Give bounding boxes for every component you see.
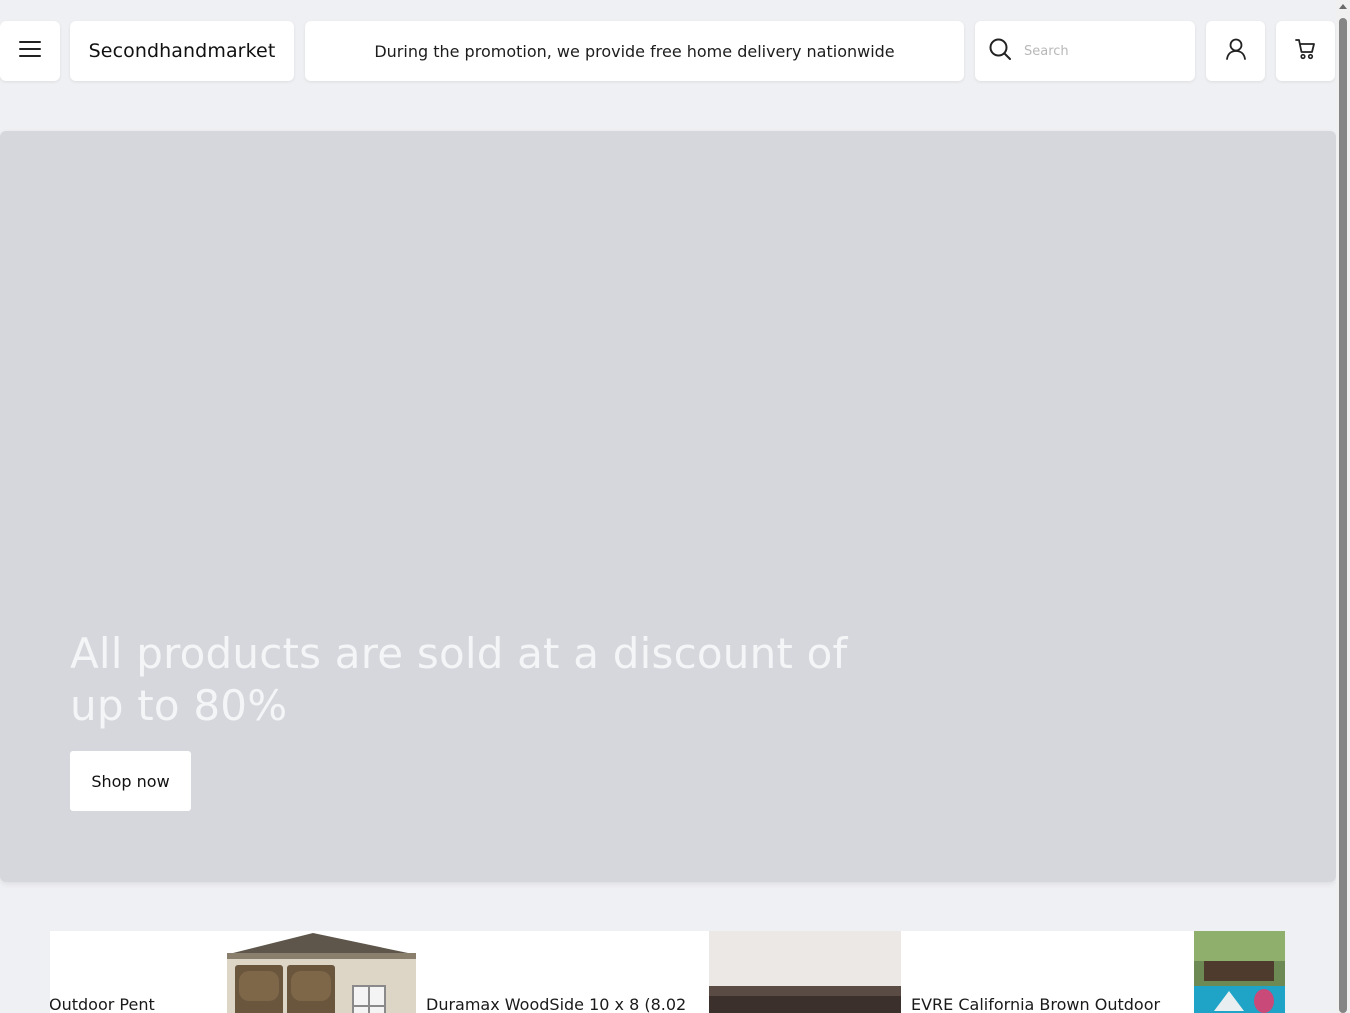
promo-banner: During the promotion, we provide free ho… <box>305 21 964 81</box>
shop-now-button[interactable]: Shop now <box>70 751 191 811</box>
scroll-up-arrow-icon[interactable] <box>1339 4 1347 9</box>
product-name[interactable]: Outdoor Pent <box>50 995 155 1013</box>
product-carousel: Outdoor Pent Duramax WoodSide 10 x 8 (8.… <box>50 931 1285 1013</box>
product-image[interactable] <box>223 931 416 1013</box>
search-input[interactable] <box>1024 43 1174 59</box>
brand-logo[interactable]: Secondhandmarket <box>70 21 294 81</box>
user-icon <box>1225 38 1247 64</box>
product-image[interactable] <box>1194 931 1285 1013</box>
search-box <box>975 21 1195 81</box>
hero-banner: All products are sold at a discount of u… <box>0 131 1336 882</box>
brand-name: Secondhandmarket <box>88 40 276 62</box>
menu-button[interactable] <box>0 21 60 81</box>
cart-button[interactable] <box>1276 21 1335 81</box>
vertical-scrollbar[interactable] <box>1336 0 1350 1013</box>
product-name[interactable]: Duramax WoodSide 10 x 8 (8.02 <box>426 995 686 1013</box>
promo-text: During the promotion, we provide free ho… <box>374 41 895 61</box>
cart-icon <box>1294 38 1317 64</box>
menu-icon <box>19 41 41 61</box>
account-button[interactable] <box>1206 21 1265 81</box>
product-image[interactable] <box>709 931 901 1013</box>
search-icon[interactable] <box>988 37 1012 65</box>
top-header: Secondhandmarket During the promotion, w… <box>0 21 1336 81</box>
product-name[interactable]: EVRE California Brown Outdoor <box>911 995 1160 1013</box>
scrollbar-thumb[interactable] <box>1339 18 1347 1013</box>
hero-title: All products are sold at a discount of u… <box>70 629 848 730</box>
page: Secondhandmarket During the promotion, w… <box>0 0 1350 1013</box>
